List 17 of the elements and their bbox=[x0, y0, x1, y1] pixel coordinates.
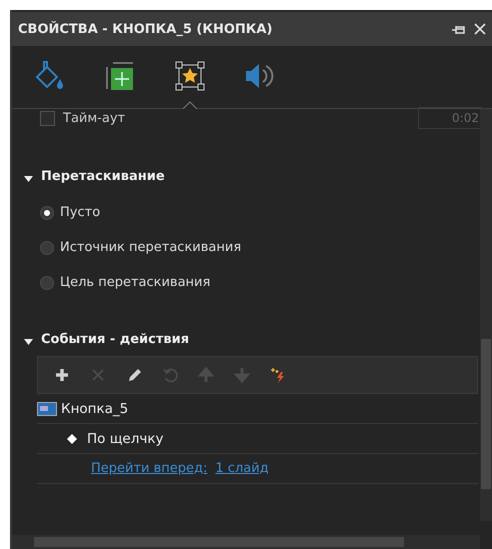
object-name[interactable]: Кнопка_5 bbox=[61, 400, 128, 416]
radio-option[interactable]: Цель перетаскивания bbox=[12, 265, 478, 300]
checkbox[interactable] bbox=[40, 110, 55, 126]
section-title: События - действия bbox=[41, 332, 190, 346]
button-object-icon bbox=[37, 402, 57, 416]
radio-option[interactable]: Источник перетаскивания bbox=[12, 230, 478, 265]
radio-option[interactable]: Пусто bbox=[12, 195, 478, 230]
scrollbar-thumb[interactable] bbox=[481, 339, 491, 489]
section-title: Перетаскивание bbox=[41, 168, 165, 184]
event-name[interactable]: По щелчку bbox=[87, 430, 164, 446]
window-title: СВОЙСТВА - КНОПКА_5 (КНОПКА) bbox=[18, 22, 274, 36]
link[interactable]: 1 слайд bbox=[215, 461, 269, 476]
checkbox-label: Тайм-аут bbox=[63, 110, 126, 126]
link[interactable]: Перейти вперед: bbox=[91, 461, 208, 476]
horizontal-scrollbar[interactable] bbox=[12, 535, 480, 549]
vertical-scrollbar[interactable] bbox=[480, 109, 492, 521]
diamond-icon bbox=[67, 434, 77, 444]
